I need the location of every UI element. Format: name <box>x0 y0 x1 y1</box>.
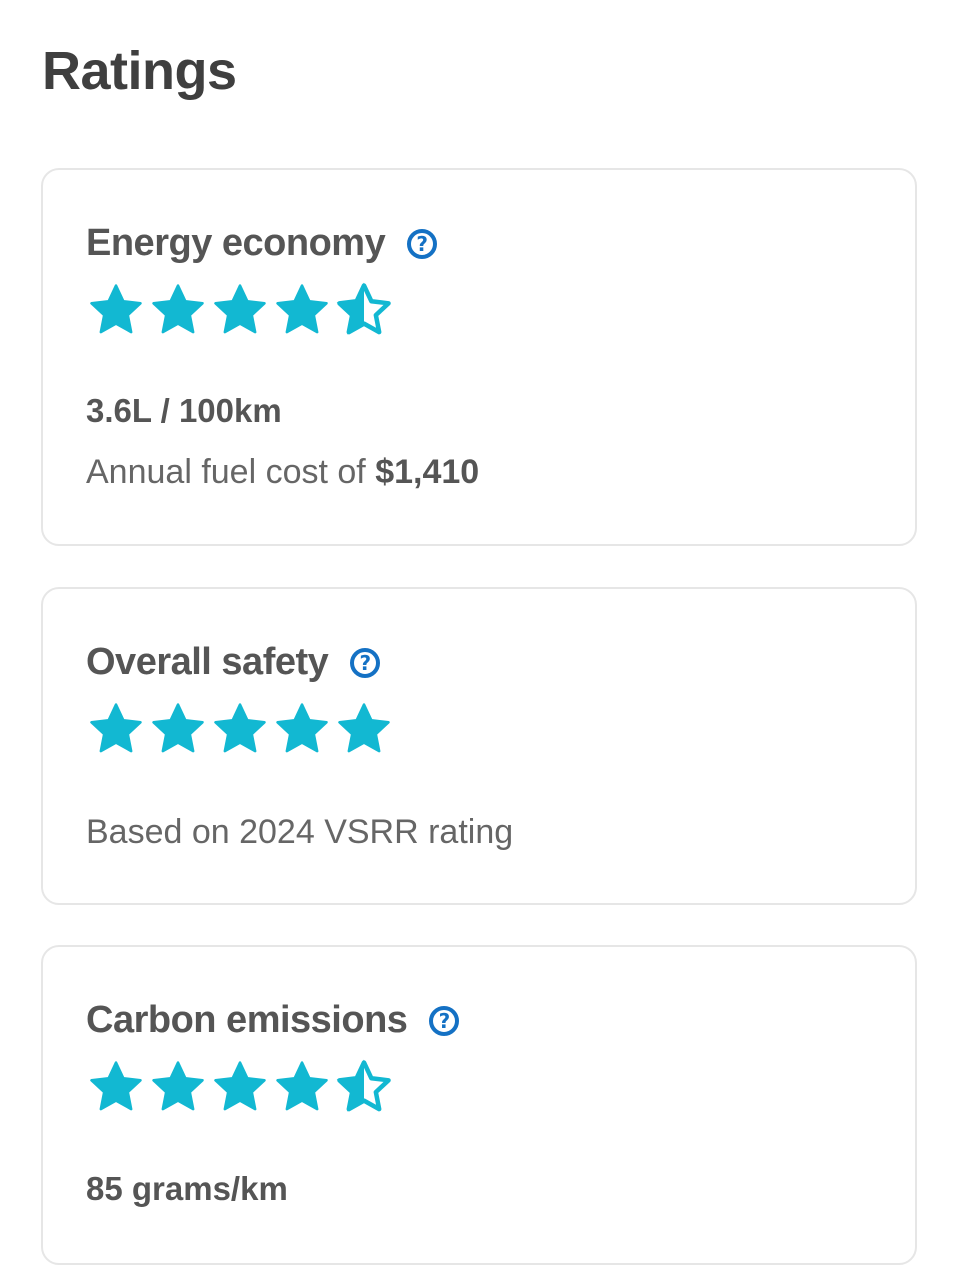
safety-note: Based on 2024 VSRR rating <box>86 813 514 851</box>
energy-economy-title: Energy economy <box>86 222 386 264</box>
star-full-icon <box>214 284 266 334</box>
energy-economy-value: 3.6L / 100km <box>86 392 282 429</box>
star-full-icon <box>90 1061 142 1111</box>
carbon-emissions-card: Carbon emissions ? 85 grams/km <box>41 945 917 1265</box>
annual-fuel-cost-label: Annual fuel cost of <box>86 453 376 491</box>
carbon-emissions-title: Carbon emissions <box>86 999 408 1041</box>
star-half-icon <box>336 1059 391 1112</box>
overall-safety-card: Overall safety ? Based on 2024 VSRR rati… <box>41 587 917 905</box>
star-full-icon <box>276 1061 328 1111</box>
carbon-emissions-value: 85 grams/km <box>86 1170 288 1207</box>
star-full-icon <box>276 703 328 753</box>
energy-economy-header: Energy economy ? <box>86 222 438 265</box>
star-full-icon <box>152 1061 204 1111</box>
energy-economy-card: Energy economy ? 3.6L / 100km Annual fue… <box>41 168 917 546</box>
carbon-emissions-star-rating <box>86 1057 394 1117</box>
star-full-icon <box>152 703 204 753</box>
energy-economy-star-rating <box>86 280 394 340</box>
star-full-icon <box>214 703 266 753</box>
overall-safety-help-icon[interactable]: ? <box>350 647 381 678</box>
star-full-icon <box>338 703 390 753</box>
energy-economy-help-icon[interactable]: ? <box>407 228 438 259</box>
star-half-icon <box>336 282 391 335</box>
annual-fuel-cost-text: Annual fuel cost of $1,410 <box>86 453 479 492</box>
page-title: Ratings <box>42 41 237 101</box>
annual-fuel-cost-value: $1,410 <box>375 453 480 491</box>
star-full-icon <box>214 1061 266 1111</box>
star-full-icon <box>90 284 142 334</box>
star-full-icon <box>276 284 328 334</box>
carbon-emissions-help-icon[interactable]: ? <box>429 1005 460 1036</box>
overall-safety-title: Overall safety <box>86 641 329 683</box>
overall-safety-star-rating <box>86 699 394 759</box>
star-full-icon <box>152 284 204 334</box>
overall-safety-header: Overall safety ? <box>86 641 381 684</box>
carbon-emissions-header: Carbon emissions ? <box>86 999 460 1042</box>
star-full-icon <box>90 703 142 753</box>
